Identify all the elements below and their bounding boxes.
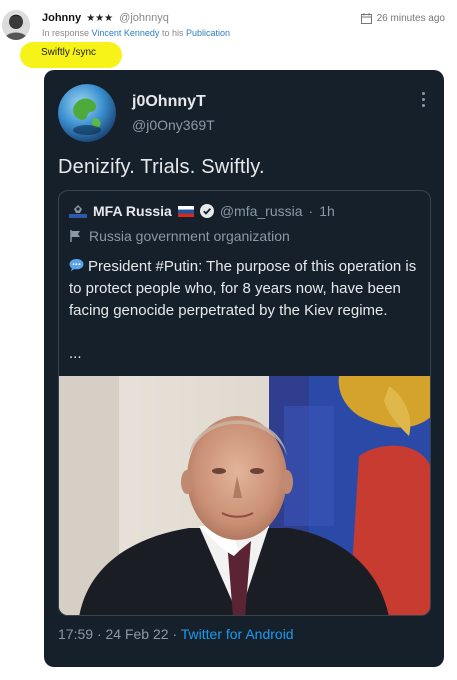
quoted-ellipsis: ... — [69, 345, 82, 362]
author-name[interactable]: Johnny — [42, 12, 81, 24]
quoted-tweet-body: President #Putin: The purpose of this op… — [69, 258, 417, 319]
quoted-tweet-header: MFA Russia @mfa_russia · 1h — [69, 203, 335, 219]
forum-post-header: Johnny ★★★ @johnnyq In response Vincent … — [0, 0, 457, 70]
response-publication-link[interactable]: Publication — [186, 28, 230, 38]
post-text: Swiftly /sync — [41, 47, 97, 58]
government-label[interactable]: Russia government organization — [69, 228, 290, 244]
timestamp-text: 26 minutes ago — [376, 13, 445, 24]
tweet-meta: 17:59 · 24 Feb 22 · Twitter for Android — [58, 626, 294, 642]
tweet-avatar[interactable] — [58, 84, 116, 142]
embedded-tweet[interactable]: j0OhnnyT @j0Ony369T Denizify. Trials. Sw… — [44, 70, 444, 667]
meta-separator: · — [96, 626, 102, 642]
quoted-tweet-photo[interactable] — [59, 376, 430, 615]
tweet-source-link[interactable]: Twitter for Android — [181, 626, 294, 642]
speech-bubble-icon — [69, 259, 84, 272]
meta-separator-2: · — [172, 626, 178, 642]
government-label-text: Russia government organization — [89, 228, 290, 244]
tweet-text: Denizify. Trials. Swiftly. — [58, 156, 265, 178]
author-line: Johnny ★★★ @johnnyq — [42, 12, 169, 24]
tweet-author-name[interactable]: j0OhnnyT — [132, 93, 206, 111]
quoted-time[interactable]: 1h — [319, 203, 335, 219]
tweet-date[interactable]: 24 Feb 22 — [106, 626, 169, 642]
quoted-author-handle[interactable]: @mfa_russia — [220, 203, 303, 219]
quoted-author-name[interactable]: MFA Russia — [93, 203, 172, 219]
tweet-author-handle[interactable]: @j0Ony369T — [132, 117, 215, 133]
calendar-icon — [360, 13, 372, 24]
verified-badge-icon — [199, 204, 214, 218]
quoted-tweet-text: President #Putin: The purpose of this op… — [69, 256, 425, 322]
mfa-emblem-icon — [69, 205, 87, 218]
russia-flag-icon — [177, 205, 194, 217]
quoted-time-separator: · — [308, 203, 314, 219]
response-prefix: In response — [42, 28, 90, 38]
response-middle: to his — [161, 28, 184, 38]
more-vertical-icon[interactable] — [422, 92, 426, 108]
post-timestamp: 26 minutes ago — [360, 13, 445, 24]
flag-icon — [70, 230, 80, 242]
response-line: In response Vincent Kennedy to his Publi… — [42, 28, 230, 38]
response-user-link[interactable]: Vincent Kennedy — [92, 28, 160, 38]
author-rank-stars: ★★★ — [86, 13, 114, 24]
user-avatar[interactable] — [2, 10, 30, 40]
tweet-time[interactable]: 17:59 — [58, 626, 93, 642]
author-handle[interactable]: @johnnyq — [119, 12, 169, 24]
quoted-tweet[interactable]: MFA Russia @mfa_russia · 1h Russia gover… — [58, 190, 431, 616]
